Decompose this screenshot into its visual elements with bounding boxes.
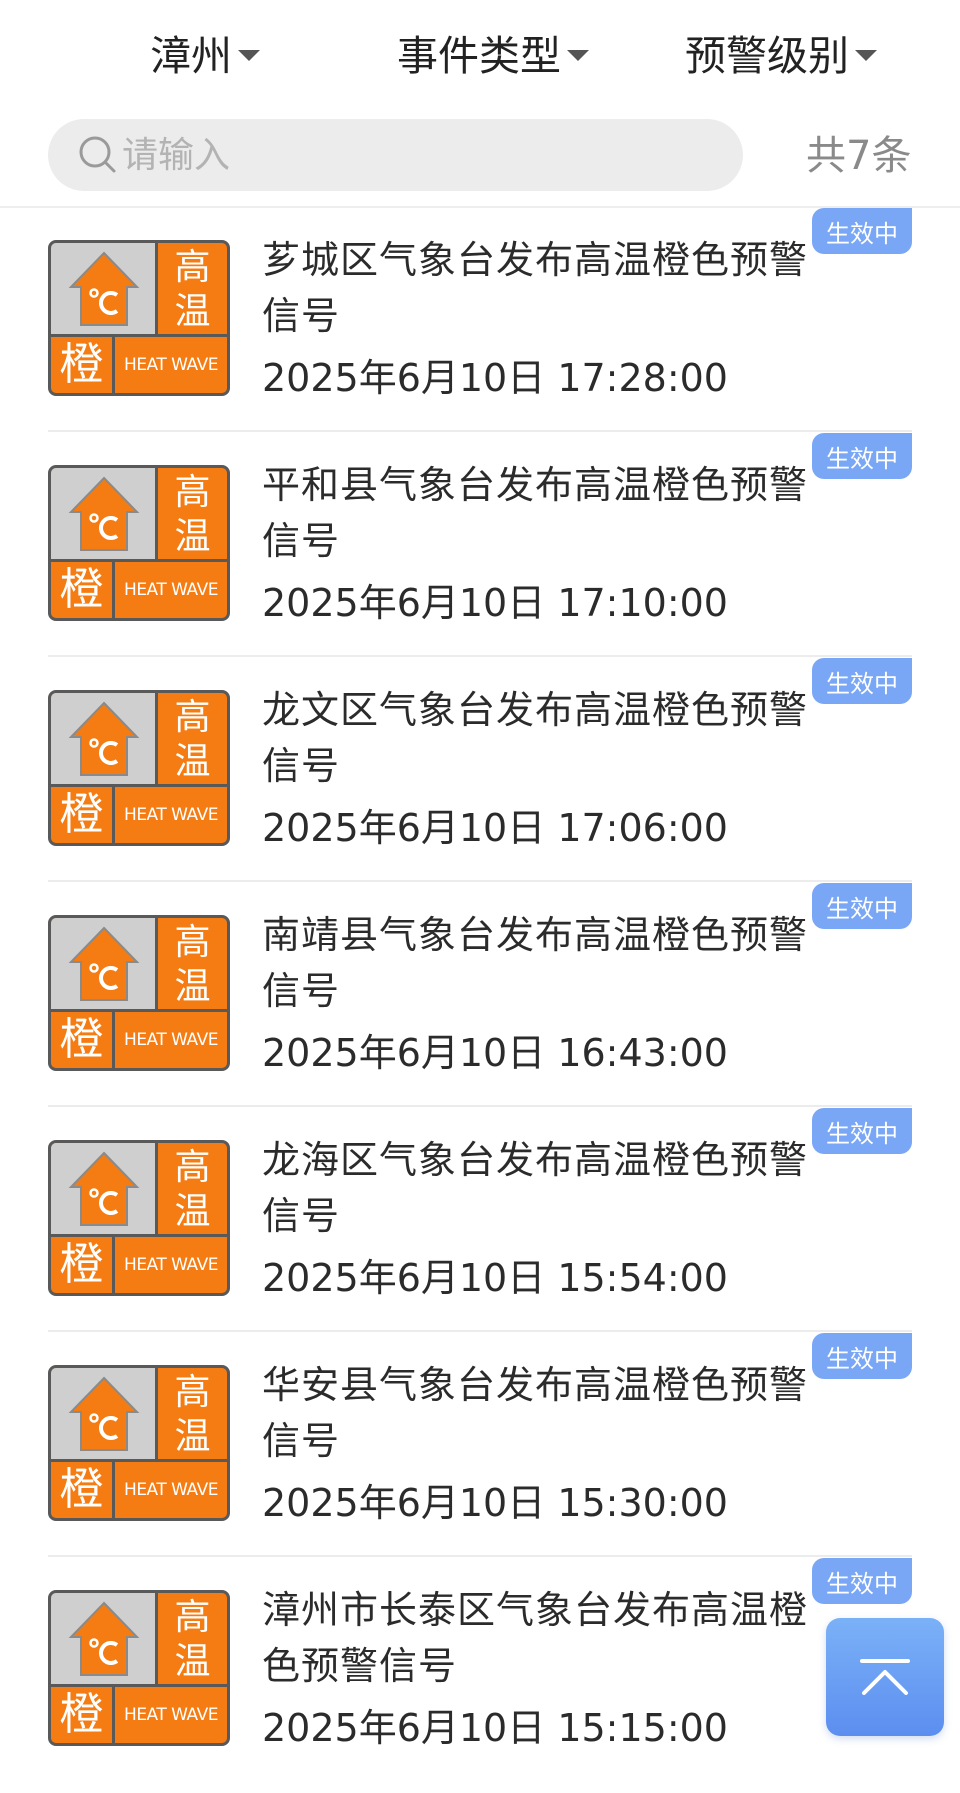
house-thermometer-icon bbox=[51, 1593, 158, 1687]
alert-title: 漳州市长泰区气象台发布高温橙色预警信号 bbox=[262, 1588, 809, 1688]
heat-wave-orange-warning-icon: 高 温 橙 HEAT WAVE bbox=[48, 690, 230, 846]
alert-timestamp: 2025年6月10日 15:54:00 bbox=[262, 1256, 728, 1300]
city-filter-dropdown[interactable]: 漳州 bbox=[150, 22, 260, 82]
status-badge: 生效中 bbox=[812, 658, 912, 704]
caret-down-icon bbox=[567, 49, 589, 61]
alert-list-item[interactable]: 高 温 橙 HEAT WAVE 南靖县气象台发布高温橙色预警信号 2025年6月… bbox=[48, 883, 912, 1107]
alert-timestamp: 2025年6月10日 17:06:00 bbox=[262, 806, 728, 850]
heat-wave-orange-warning-icon: 高 温 橙 HEAT WAVE bbox=[48, 1140, 230, 1296]
row-divider bbox=[48, 430, 912, 432]
icon-english-label: HEAT WAVE bbox=[124, 1030, 218, 1050]
search-icon bbox=[78, 135, 118, 175]
house-thermometer-icon bbox=[51, 693, 158, 787]
alert-timestamp: 2025年6月10日 16:43:00 bbox=[262, 1031, 728, 1075]
icon-hazard-label: 高 温 bbox=[158, 918, 227, 1012]
icon-level-label: 橙 bbox=[51, 337, 115, 393]
event-type-filter-dropdown[interactable]: 事件类型 bbox=[397, 22, 589, 82]
icon-level-label: 橙 bbox=[51, 562, 115, 618]
house-thermometer-icon bbox=[51, 243, 158, 337]
house-thermometer-icon bbox=[51, 468, 158, 562]
status-badge: 生效中 bbox=[812, 1558, 912, 1604]
alert-list-item[interactable]: 高 温 橙 HEAT WAVE 华安县气象台发布高温橙色预警信号 2025年6月… bbox=[48, 1333, 912, 1557]
heat-wave-orange-warning-icon: 高 温 橙 HEAT WAVE bbox=[48, 240, 230, 396]
icon-level-label: 橙 bbox=[51, 787, 115, 843]
row-divider bbox=[48, 655, 912, 657]
search-input[interactable] bbox=[122, 134, 682, 176]
icon-hazard-label: 高 温 bbox=[158, 1593, 227, 1687]
status-badge: 生效中 bbox=[812, 883, 912, 929]
alert-title: 龙文区气象台发布高温橙色预警信号 bbox=[262, 688, 809, 788]
status-badge: 生效中 bbox=[812, 433, 912, 479]
alert-list-item[interactable]: 高 温 橙 HEAT WAVE 漳州市长泰区气象台发布高温橙色预警信号 2025… bbox=[48, 1558, 912, 1782]
heat-wave-orange-warning-icon: 高 温 橙 HEAT WAVE bbox=[48, 465, 230, 621]
alert-list-item[interactable]: 高 温 橙 HEAT WAVE 龙文区气象台发布高温橙色预警信号 2025年6月… bbox=[48, 658, 912, 882]
alert-list-item[interactable]: 高 温 橙 HEAT WAVE 平和县气象台发布高温橙色预警信号 2025年6月… bbox=[48, 433, 912, 657]
row-divider bbox=[48, 1330, 912, 1332]
back-to-top-button[interactable] bbox=[826, 1618, 944, 1736]
alert-title: 华安县气象台发布高温橙色预警信号 bbox=[262, 1363, 809, 1463]
status-badge: 生效中 bbox=[812, 1108, 912, 1154]
event-type-filter-label: 事件类型 bbox=[397, 32, 561, 80]
heat-wave-orange-warning-icon: 高 温 橙 HEAT WAVE bbox=[48, 1365, 230, 1521]
alert-timestamp: 2025年6月10日 17:10:00 bbox=[262, 581, 728, 625]
alert-title: 龙海区气象台发布高温橙色预警信号 bbox=[262, 1138, 809, 1238]
icon-english-label: HEAT WAVE bbox=[124, 1480, 218, 1500]
icon-hazard-label: 高 温 bbox=[158, 468, 227, 562]
heat-wave-orange-warning-icon: 高 温 橙 HEAT WAVE bbox=[48, 1590, 230, 1746]
house-thermometer-icon bbox=[51, 1143, 158, 1237]
search-bar[interactable] bbox=[48, 119, 743, 191]
icon-hazard-label: 高 温 bbox=[158, 693, 227, 787]
row-divider bbox=[48, 880, 912, 882]
icon-hazard-label: 高 温 bbox=[158, 1368, 227, 1462]
icon-hazard-label: 高 温 bbox=[158, 1143, 227, 1237]
icon-english-label: HEAT WAVE bbox=[124, 805, 218, 825]
icon-level-label: 橙 bbox=[51, 1687, 115, 1743]
alert-title: 芗城区气象台发布高温橙色预警信号 bbox=[262, 238, 809, 338]
alert-timestamp: 2025年6月10日 15:30:00 bbox=[262, 1481, 728, 1525]
filter-bar: 漳州 事件类型 预警级别 bbox=[0, 0, 960, 104]
heat-wave-orange-warning-icon: 高 温 橙 HEAT WAVE bbox=[48, 915, 230, 1071]
status-badge: 生效中 bbox=[812, 1333, 912, 1379]
warning-level-filter-dropdown[interactable]: 预警级别 bbox=[685, 22, 877, 82]
alert-list-item[interactable]: 高 温 橙 HEAT WAVE 芗城区气象台发布高温橙色预警信号 2025年6月… bbox=[48, 208, 912, 432]
house-thermometer-icon bbox=[51, 918, 158, 1012]
icon-english-label: HEAT WAVE bbox=[124, 1255, 218, 1275]
icon-hazard-label: 高 温 bbox=[158, 243, 227, 337]
arrow-up-to-top-icon bbox=[860, 1659, 910, 1695]
row-divider bbox=[48, 1555, 912, 1557]
icon-level-label: 橙 bbox=[51, 1462, 115, 1518]
icon-english-label: HEAT WAVE bbox=[124, 1705, 218, 1725]
caret-down-icon bbox=[238, 49, 260, 61]
warning-level-filter-label: 预警级别 bbox=[685, 32, 849, 80]
row-divider bbox=[48, 1105, 912, 1107]
alert-timestamp: 2025年6月10日 17:28:00 bbox=[262, 356, 728, 400]
icon-level-label: 橙 bbox=[51, 1012, 115, 1068]
city-filter-label: 漳州 bbox=[150, 32, 232, 80]
icon-english-label: HEAT WAVE bbox=[124, 355, 218, 375]
caret-down-icon bbox=[855, 49, 877, 61]
icon-english-label: HEAT WAVE bbox=[124, 580, 218, 600]
alert-title: 南靖县气象台发布高温橙色预警信号 bbox=[262, 913, 809, 1013]
alert-title: 平和县气象台发布高温橙色预警信号 bbox=[262, 463, 809, 563]
alert-timestamp: 2025年6月10日 15:15:00 bbox=[262, 1706, 728, 1750]
icon-level-label: 橙 bbox=[51, 1237, 115, 1293]
house-thermometer-icon bbox=[51, 1368, 158, 1462]
status-badge: 生效中 bbox=[812, 208, 912, 254]
alert-list-item[interactable]: 高 温 橙 HEAT WAVE 龙海区气象台发布高温橙色预警信号 2025年6月… bbox=[48, 1108, 912, 1332]
total-count: 共7条 bbox=[806, 133, 912, 179]
